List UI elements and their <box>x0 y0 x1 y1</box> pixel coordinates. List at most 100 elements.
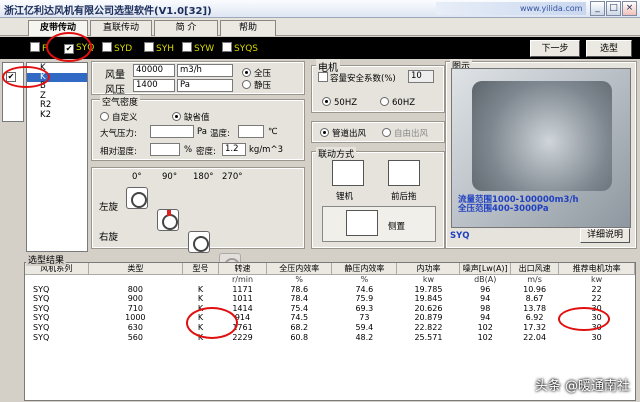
pressure-input[interactable]: 1400 <box>133 79 175 92</box>
checkbox-icon[interactable] <box>102 42 112 52</box>
column-header[interactable]: 型号 <box>182 263 219 275</box>
column-header[interactable]: 静压内效率 <box>331 263 398 275</box>
temperature-input[interactable] <box>238 125 264 138</box>
impeller-type-list[interactable]: K K B Z R2 K2 <box>26 62 88 252</box>
series-check-syqs[interactable]: SYQS <box>222 42 258 54</box>
humidity-input[interactable] <box>150 143 180 156</box>
radio-free-outlet[interactable]: 自由出风 <box>382 127 428 139</box>
radio-static-pressure[interactable]: 静压 <box>242 79 271 91</box>
minimize-button[interactable]: _ <box>590 1 605 16</box>
checkbox-icon[interactable] <box>144 42 154 52</box>
radio-off-icon[interactable] <box>380 97 389 106</box>
capacity-safety-check[interactable]: 容量安全系数(%) <box>318 72 396 84</box>
pressure-label: 风压 <box>105 85 125 96</box>
detail-button[interactable]: 详细说明 <box>580 228 630 243</box>
tab-intro[interactable]: 简 介 <box>154 20 218 36</box>
checkbox-icon[interactable] <box>30 42 40 52</box>
fan-image-icon <box>472 81 612 191</box>
radio-off-icon[interactable] <box>100 112 109 121</box>
series-check-syw[interactable]: SYW <box>182 42 214 54</box>
checkbox-icon[interactable] <box>182 42 192 52</box>
close-button[interactable]: × <box>622 1 637 16</box>
capacity-safety-input[interactable]: 10 <box>408 70 434 83</box>
radio-off-icon[interactable] <box>382 128 391 137</box>
fan-photo: 流量范围1000-100000m3/h 全压范围400-3000Pa <box>451 68 631 228</box>
table-cell: 30 <box>591 332 602 342</box>
table-cell: 94 <box>480 294 491 304</box>
table-cell: 102 <box>477 322 493 332</box>
radio-on-icon[interactable] <box>242 68 251 77</box>
table-row[interactable]: SYQ 1000 K 914 74.5 73 20.879 94 6.92 30 <box>25 313 635 323</box>
table-cell: 102 <box>477 332 493 342</box>
radio-density-custom[interactable]: 自定义 <box>100 111 138 123</box>
table-cell: 1171 <box>232 284 253 294</box>
density-unit: kg/m^3 <box>249 145 283 155</box>
list-item[interactable]: Z <box>27 91 87 102</box>
radio-60hz[interactable]: 60HZ <box>380 97 415 108</box>
table-cell: 78.6 <box>290 284 309 294</box>
table-cell: 22 <box>591 284 602 294</box>
column-header[interactable]: 出口风速 <box>510 263 560 275</box>
table-cell: SYQ <box>33 332 50 342</box>
temperature-unit: ℃ <box>268 127 278 137</box>
atm-pressure-input[interactable] <box>150 125 194 138</box>
airflow-input[interactable]: 40000 <box>133 64 175 77</box>
watermark: 头条 @暖通南社 <box>534 379 630 394</box>
radio-50hz[interactable]: 50HZ <box>322 97 357 108</box>
radio-density-default[interactable]: 缺省值 <box>172 111 210 123</box>
column-header[interactable]: 内功率 <box>396 263 461 275</box>
coupling-title: 联动方式 <box>316 147 357 160</box>
list-item[interactable]: R2 <box>27 100 87 111</box>
column-header[interactable]: 推荐电机功率 <box>558 263 635 275</box>
table-cell: SYQ <box>33 303 50 313</box>
table-row[interactable]: SYQ 900 K 1011 78.4 75.9 19.845 94 8.67 22 <box>25 294 635 304</box>
angle-270: 270° <box>222 172 243 182</box>
table-cell: 630 <box>127 322 143 332</box>
table-row[interactable]: SYQ 560 K 2229 60.8 48.2 25.571 102 22.04 30 <box>25 333 635 343</box>
maximize-button[interactable]: □ <box>606 1 621 16</box>
pressure-unit-select[interactable]: Pa <box>177 79 233 92</box>
fan-unit-qianhou-icon[interactable] <box>388 160 420 186</box>
fan-left-180-icon[interactable] <box>188 231 210 253</box>
fan-left-0-icon[interactable] <box>126 187 148 209</box>
fan-left-90-icon[interactable] <box>157 209 179 231</box>
series-check-f[interactable]: F <box>30 42 47 54</box>
table-cell: K <box>197 294 204 304</box>
list-item[interactable]: K2 <box>27 110 87 121</box>
table-row[interactable]: SYQ 710 K 1414 75.4 69.3 20.626 98 13.78 30 <box>25 304 635 314</box>
density-input[interactable]: 1.2 <box>222 143 246 156</box>
column-header[interactable]: 全压内效率 <box>266 263 333 275</box>
radio-on-icon[interactable] <box>322 97 331 106</box>
table-row[interactable]: SYQ 800 K 1171 78.6 74.6 19.785 96 10.96 22 <box>25 285 635 295</box>
humidity-unit: % <box>184 145 193 155</box>
tab-direct-drive[interactable]: 直联传动 <box>90 20 152 36</box>
airflow-unit-select[interactable]: m3/h <box>177 64 233 77</box>
table-cell: 98 <box>480 303 491 313</box>
table-cell: 8.67 <box>525 294 544 304</box>
radio-duct-outlet[interactable]: 管道出风 <box>320 127 366 139</box>
highlight-circle-power <box>558 307 610 331</box>
radio-on-icon[interactable] <box>320 128 329 137</box>
tab-help[interactable]: 帮助 <box>220 20 276 36</box>
unit-cell: m/s <box>527 275 542 284</box>
coupling-side-box[interactable] <box>322 206 436 242</box>
radio-off-icon[interactable] <box>242 80 251 89</box>
column-header[interactable]: 噪声[Lw(A)] <box>459 263 511 275</box>
unit-cell: dB(A) <box>474 275 497 284</box>
next-step-button[interactable]: 下一步 <box>530 40 580 57</box>
coupling-qianhou: 前后拖 <box>391 192 417 202</box>
atm-pressure-label: 大气压力: <box>100 129 137 139</box>
series-check-syd[interactable]: SYD <box>102 42 132 54</box>
column-header[interactable]: 类型 <box>88 263 184 275</box>
fan-unit-cezhi-icon[interactable] <box>346 210 378 236</box>
table-row[interactable]: SYQ 630 K 1761 68.2 59.4 22.822 102 17.32 30 <box>25 323 635 333</box>
fan-unit-lishi-icon[interactable] <box>332 160 364 186</box>
checkbox-icon[interactable] <box>318 72 328 82</box>
radio-total-pressure[interactable]: 全压 <box>242 67 271 79</box>
checkbox-icon[interactable] <box>222 42 232 52</box>
series-check-syh[interactable]: SYH <box>144 42 174 54</box>
select-button[interactable]: 选型 <box>586 40 632 57</box>
radio-on-icon[interactable] <box>172 112 181 121</box>
column-header[interactable]: 转速 <box>218 263 268 275</box>
units-row: r/min%% kw dB(A) m/s kw <box>25 275 635 285</box>
